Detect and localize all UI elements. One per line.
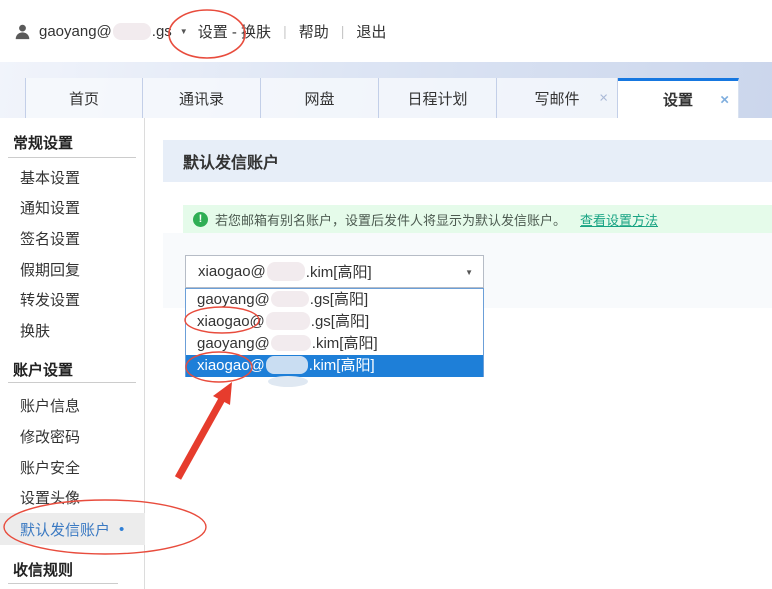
tab-settings[interactable]: 设置 ×	[618, 78, 739, 118]
tab-compose[interactable]: 写邮件 ×	[497, 78, 618, 118]
tab-label: 设置	[663, 89, 693, 110]
sidebar-item-vacation-reply[interactable]: 假期回复	[0, 254, 145, 284]
topbar: gaoyang@ .gs ▼ 设置 - 换肤 | 帮助 | 退出	[0, 0, 772, 62]
sidebar-item-basic-settings[interactable]: 基本设置	[0, 162, 145, 192]
webmail-settings-page: gaoyang@ .gs ▼ 设置 - 换肤 | 帮助 | 退出 首页 通讯录 …	[0, 0, 772, 589]
divider	[8, 157, 136, 158]
sidebar-header-account: 账户设置	[0, 355, 145, 383]
close-icon[interactable]: ×	[720, 92, 729, 107]
chevron-down-icon[interactable]: ▼	[180, 27, 188, 36]
option-suffix: .kim[高阳]	[309, 357, 375, 374]
default-account-select[interactable]: xiaogao@ .kim[高阳] ▼	[185, 255, 484, 288]
sidebar-item-default-sending-account[interactable]: 默认发信账户 •	[0, 513, 145, 545]
option-suffix: .kim[高阳]	[312, 335, 378, 352]
close-icon[interactable]: ×	[599, 91, 608, 106]
option-prefix: gaoyang@	[197, 335, 270, 352]
user-email[interactable]: gaoyang@ .gs	[39, 23, 172, 40]
sidebar-item-change-password[interactable]: 修改密码	[0, 421, 145, 451]
tab-label: 通讯录	[179, 88, 224, 109]
tab-netdisk[interactable]: 网盘	[261, 78, 379, 118]
notice-banner: ! 若您邮箱有别名账户，设置后发件人将显示为默认发信账户。 查看设置方法	[183, 205, 772, 233]
redaction-blob	[271, 291, 309, 307]
redaction-blob	[271, 335, 311, 351]
sidebar-item-account-info[interactable]: 账户信息	[0, 390, 145, 420]
tab-schedule[interactable]: 日程计划	[379, 78, 497, 118]
option-suffix: .gs[高阳]	[311, 313, 369, 330]
sidebar-header-general: 常规设置	[0, 128, 145, 156]
sidebar-item-set-avatar[interactable]: 设置头像	[0, 482, 145, 512]
tab-label: 网盘	[304, 88, 334, 109]
sidebar-item-forwarding-settings[interactable]: 转发设置	[0, 284, 145, 314]
tab-home[interactable]: 首页	[25, 78, 143, 118]
redaction-blob	[113, 23, 151, 40]
option-xiaogao-kim-selected[interactable]: xiaogao@ .kim[高阳]	[186, 355, 483, 377]
redaction-blob	[266, 356, 308, 374]
option-prefix: xiaogao@	[197, 357, 265, 374]
redaction-blob	[268, 376, 308, 387]
account-options-list: gaoyang@ .gs[高阳] xiaogao@ .gs[高阳] gaoyang@…	[185, 288, 484, 377]
sidebar-item-signature-settings[interactable]: 签名设置	[0, 223, 145, 253]
tab-label: 日程计划	[407, 88, 467, 109]
notice-text: 若您邮箱有别名账户，设置后发件人将显示为默认发信账户。	[215, 210, 566, 229]
option-gaoyang-gs[interactable]: gaoyang@ .gs[高阳]	[186, 289, 483, 311]
dropdown-arrow-icon: ▼	[465, 268, 473, 277]
view-setup-method-link[interactable]: 查看设置方法	[580, 210, 658, 229]
page-title-bar: 默认发信账户	[163, 140, 772, 182]
redaction-blob	[267, 262, 305, 281]
menu-separator: |	[341, 23, 345, 39]
tab-label: 首页	[69, 88, 99, 109]
menu-logout[interactable]: 退出	[356, 21, 386, 42]
option-gaoyang-kim[interactable]: gaoyang@ .kim[高阳]	[186, 333, 483, 355]
user-icon	[14, 23, 31, 40]
info-icon: !	[193, 212, 208, 227]
user-email-prefix: gaoyang@	[39, 23, 112, 40]
annotation-arrow-head	[213, 382, 232, 405]
user-email-suffix: .gs	[152, 23, 172, 40]
sidebar-item-notification-settings[interactable]: 通知设置	[0, 192, 145, 222]
tab-label: 写邮件	[534, 88, 579, 109]
divider	[8, 382, 136, 383]
tab-strip: 首页 通讯录 网盘 日程计划 写邮件 × 设置 ×	[0, 62, 772, 118]
page-title: 默认发信账户	[183, 149, 279, 173]
option-suffix: .gs[高阳]	[310, 291, 368, 308]
annotation-arrow-shaft	[178, 399, 222, 478]
redaction-blob	[266, 312, 310, 330]
option-xiaogao-gs[interactable]: xiaogao@ .gs[高阳]	[186, 311, 483, 333]
option-prefix: xiaogao@	[197, 313, 265, 330]
menu-settings-skin[interactable]: 设置 - 换肤	[198, 21, 271, 42]
tab-contacts[interactable]: 通讯录	[143, 78, 261, 118]
menu-separator: |	[283, 23, 287, 39]
option-prefix: gaoyang@	[197, 291, 270, 308]
divider	[8, 583, 118, 584]
sidebar-item-change-skin[interactable]: 换肤	[0, 315, 145, 345]
select-value-suffix: .kim[高阳]	[306, 261, 372, 282]
selected-dot-icon: •	[119, 521, 124, 538]
sidebar-item-label: 默认发信账户	[20, 519, 110, 540]
menu-help[interactable]: 帮助	[299, 21, 329, 42]
select-value-prefix: xiaogao@	[198, 263, 266, 280]
sidebar-header-receiving-rules: 收信规则	[0, 555, 145, 583]
settings-sidebar: 常规设置 基本设置 通知设置 签名设置 假期回复 转发设置 换肤 账户设置 账户…	[0, 118, 145, 589]
sidebar-item-account-security[interactable]: 账户安全	[0, 452, 145, 482]
topbar-menu: 设置 - 换肤 | 帮助 | 退出	[198, 21, 387, 42]
